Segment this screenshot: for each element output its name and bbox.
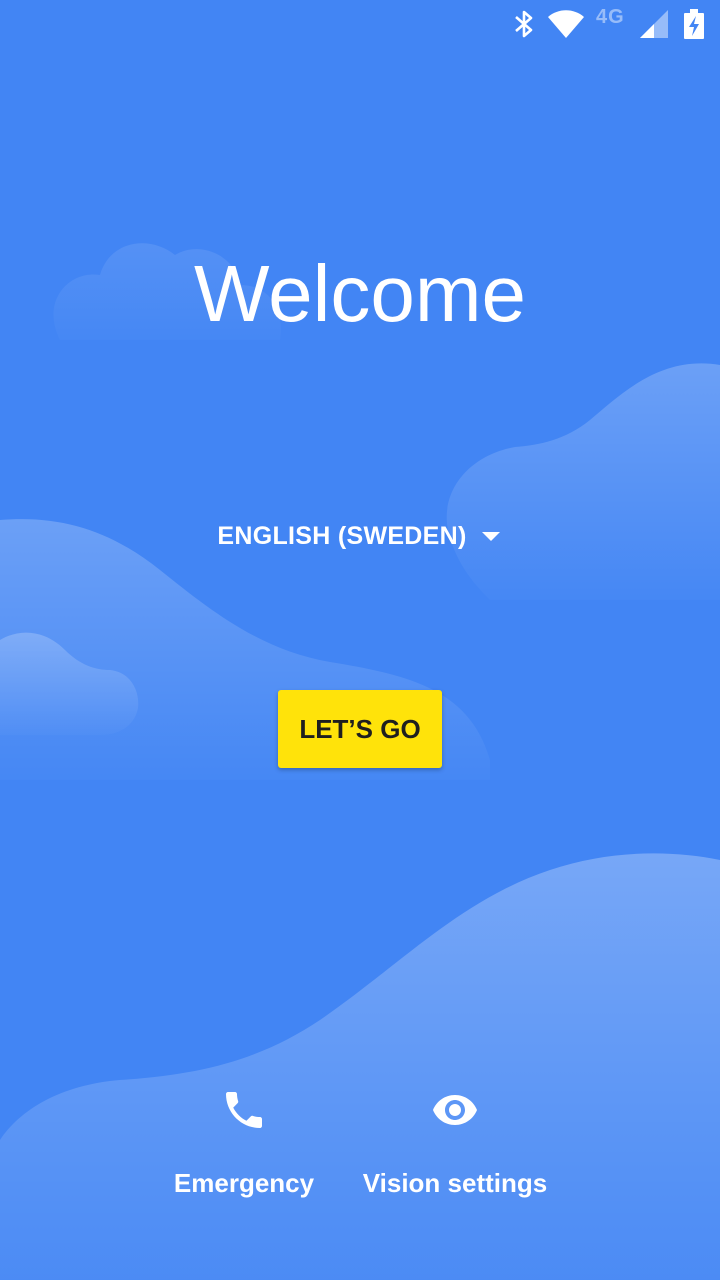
language-label: ENGLISH (SWEDEN)	[217, 521, 467, 550]
phone-icon	[226, 1092, 262, 1128]
lets-go-button[interactable]: LET’S GO	[278, 690, 442, 768]
battery-charging-icon	[684, 9, 704, 39]
bluetooth-icon	[515, 10, 533, 38]
vision-settings-label: Vision settings	[362, 1168, 548, 1198]
cell-signal-icon	[640, 10, 668, 38]
welcome-screen: 4G Welcome ENGLISH (SWEDEN) LET’S GO Eme…	[0, 0, 720, 1280]
emergency-label: Emergency	[173, 1168, 315, 1198]
emergency-button[interactable]: Emergency	[164, 1080, 324, 1210]
language-selector[interactable]: ENGLISH (SWEDEN)	[200, 512, 520, 560]
vision-settings-button[interactable]: Vision settings	[350, 1080, 560, 1210]
welcome-title: Welcome	[194, 249, 526, 338]
status-bar: 4G	[0, 0, 720, 48]
eye-icon	[433, 1095, 477, 1125]
dropdown-arrow-icon	[481, 532, 500, 541]
network-type-label: 4G	[596, 6, 625, 28]
wifi-icon	[548, 10, 584, 38]
